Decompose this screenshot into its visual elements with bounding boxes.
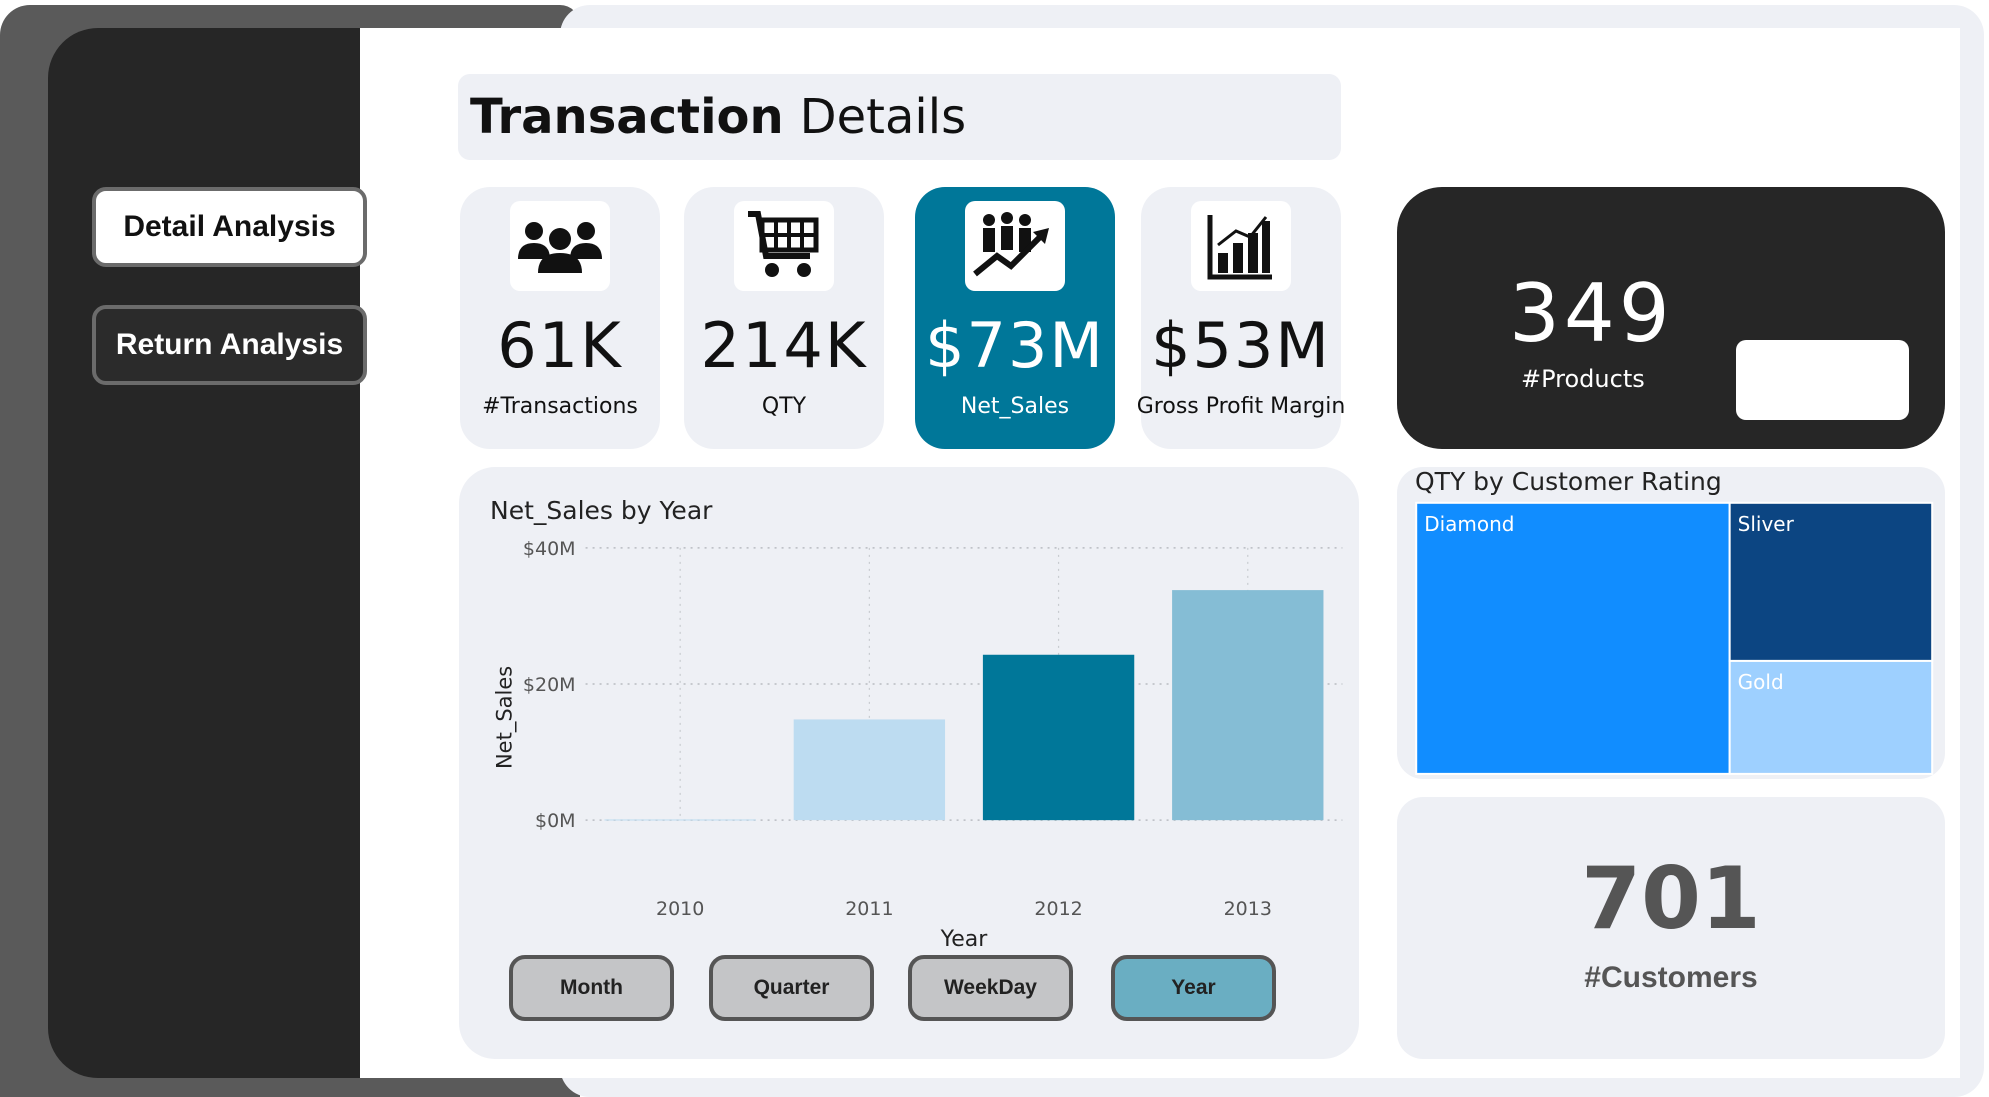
- x-tick-label: 2013: [1224, 898, 1272, 920]
- kpi-card-qty: 214K QTY: [684, 187, 884, 449]
- products-placeholder-box: [1736, 340, 1909, 420]
- x-tick-label: 2012: [1034, 898, 1082, 920]
- month-button[interactable]: Month: [509, 955, 674, 1021]
- bar-2011[interactable]: [793, 719, 946, 821]
- bar-2012[interactable]: [982, 654, 1135, 821]
- products-value: 349: [1509, 267, 1674, 360]
- treemap-label: Gold: [1738, 670, 1784, 694]
- x-tick-label: 2010: [656, 898, 704, 920]
- nav-return-analysis-button[interactable]: Return Analysis: [92, 305, 367, 385]
- shopping-cart-icon: [734, 201, 834, 291]
- bar-2010[interactable]: [604, 819, 756, 821]
- x-axis-title: Year: [940, 927, 989, 952]
- weekday-button[interactable]: WeekDay: [908, 955, 1073, 1021]
- kpi-value: $73M: [925, 309, 1105, 382]
- bar-chart-icon: [1191, 201, 1291, 291]
- year-button[interactable]: Year: [1111, 955, 1276, 1021]
- customer-rating-treemap-card: QTY by Customer Rating Diamond Sliver Gold: [1397, 467, 1945, 779]
- sidebar: [48, 28, 388, 1078]
- growth-people-icon: [965, 201, 1065, 291]
- kpi-value: 61K: [497, 309, 623, 382]
- treemap-label: Sliver: [1738, 512, 1795, 536]
- customers-label: #Customers: [1584, 961, 1758, 994]
- treemap-label: Diamond: [1424, 512, 1514, 536]
- bar-2013[interactable]: [1172, 590, 1324, 821]
- y-tick-label: $40M: [523, 538, 576, 560]
- x-tick-label: 2011: [845, 898, 893, 920]
- products-label: #Products: [1521, 365, 1645, 393]
- kpi-label: Gross Profit Margin: [1136, 394, 1346, 419]
- treemap-tile-diamond[interactable]: [1415, 501, 1731, 775]
- y-tick-label: $0M: [535, 810, 576, 832]
- products-card: 349 #Products: [1397, 187, 1945, 449]
- quarter-button[interactable]: Quarter: [709, 955, 874, 1021]
- kpi-card-transactions: 61K #Transactions: [460, 187, 660, 449]
- y-axis-title: Net_Sales: [492, 666, 517, 769]
- kpi-value: $53M: [1151, 309, 1331, 382]
- nav-detail-analysis-button[interactable]: Detail Analysis: [92, 187, 367, 267]
- kpi-card-net-sales: $73M Net_Sales: [915, 187, 1115, 449]
- page-title-bold: Transaction: [470, 89, 784, 145]
- customer-rating-treemap: Diamond Sliver Gold: [1415, 501, 1934, 775]
- kpi-label: QTY: [761, 394, 807, 419]
- page-title-rest: Details: [799, 89, 967, 145]
- kpi-card-gross-profit-margin: $53M Gross Profit Margin: [1137, 187, 1345, 449]
- y-tick-label: $20M: [523, 674, 576, 696]
- people-group-icon: [510, 201, 610, 291]
- kpi-label: #Transactions: [482, 394, 638, 419]
- page-title: Transaction Details: [458, 74, 1341, 160]
- kpi-value: 214K: [700, 309, 868, 382]
- customers-value: 701: [1581, 849, 1761, 949]
- customers-card: 701 #Customers: [1397, 797, 1945, 1059]
- kpi-label: Net_Sales: [960, 394, 1070, 419]
